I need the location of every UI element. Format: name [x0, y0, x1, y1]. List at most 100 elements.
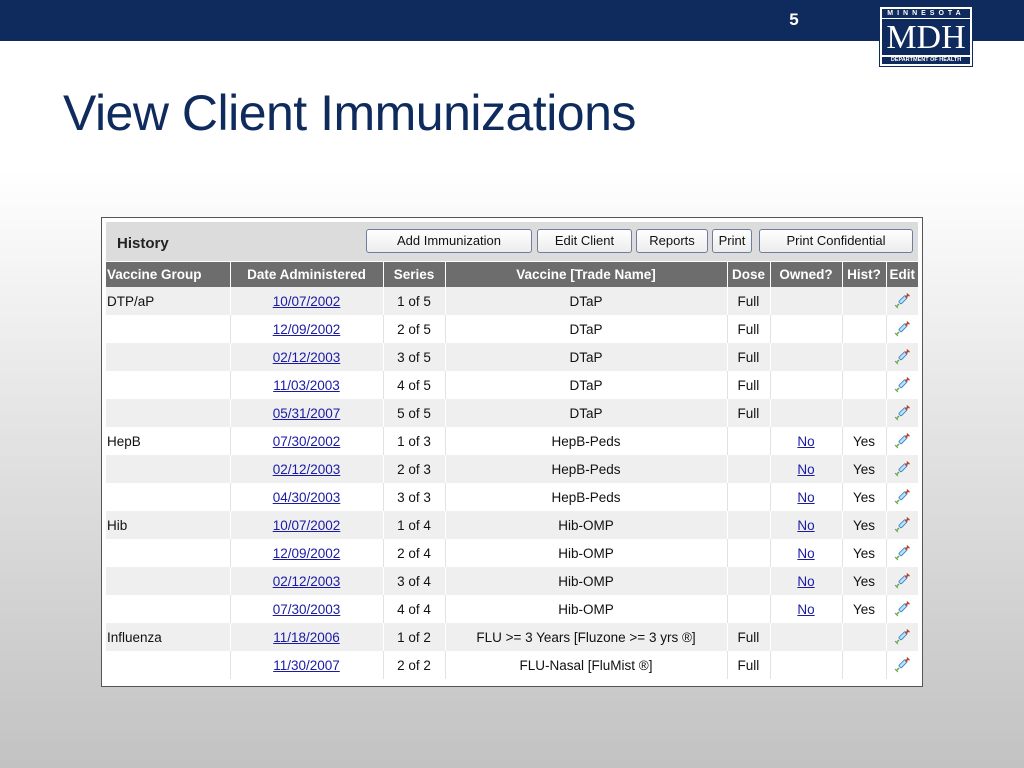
syringe-icon[interactable] [893, 628, 911, 646]
date-administered-link[interactable]: 02/12/2003 [273, 350, 341, 365]
hist-cell: Yes [842, 483, 887, 511]
hist-cell [842, 371, 887, 399]
owned-link[interactable]: No [797, 574, 814, 589]
print-button[interactable]: Print [712, 229, 752, 253]
owned-link[interactable]: No [797, 518, 814, 533]
edit-cell [886, 567, 918, 595]
slide-number: 5 [789, 10, 799, 29]
series-cell: 1 of 5 [383, 287, 446, 315]
syringe-icon[interactable] [893, 544, 911, 562]
edit-cell [886, 455, 918, 483]
syringe-icon[interactable] [893, 404, 911, 422]
series-cell: 1 of 3 [383, 427, 446, 455]
owned-cell: No [770, 511, 843, 539]
column-header-vaccine-trade-name: Vaccine [Trade Name] [445, 262, 728, 287]
edit-cell [886, 511, 918, 539]
series-cell: 2 of 3 [383, 455, 446, 483]
date-administered-link[interactable]: 07/30/2003 [273, 602, 341, 617]
edit-cell [886, 371, 918, 399]
owned-link[interactable]: No [797, 546, 814, 561]
vaccine-group-cell [106, 483, 231, 511]
syringe-icon[interactable] [893, 292, 911, 310]
vaccine-group-cell: Influenza [106, 623, 231, 651]
hist-cell [842, 651, 887, 679]
owned-cell [770, 651, 843, 679]
date-administered-link[interactable]: 07/30/2002 [273, 434, 341, 449]
syringe-icon[interactable] [893, 432, 911, 450]
syringe-icon[interactable] [893, 516, 911, 534]
dose-cell: Full [727, 371, 771, 399]
vaccine-group-cell [106, 399, 231, 427]
table-row: 11/03/2003 4 of 5 DTaP Full [106, 371, 918, 399]
print-confidential-button[interactable]: Print Confidential [759, 229, 913, 253]
edit-cell [886, 483, 918, 511]
owned-cell [770, 371, 843, 399]
syringe-icon[interactable] [893, 656, 911, 674]
date-administered-link[interactable]: 11/03/2003 [273, 378, 340, 393]
column-header-edit: Edit [886, 262, 918, 287]
date-administered-link[interactable]: 11/18/2006 [273, 630, 340, 645]
owned-link[interactable]: No [797, 602, 814, 617]
reports-button[interactable]: Reports [636, 229, 708, 253]
syringe-icon[interactable] [893, 376, 911, 394]
immunization-table: Vaccine Group Date Administered Series V… [106, 262, 918, 679]
table-body: DTP/aP 10/07/2002 1 of 5 DTaP Full 12/09… [106, 287, 918, 679]
date-administered-link[interactable]: 12/09/2002 [273, 546, 341, 561]
edit-cell [886, 399, 918, 427]
add-immunization-button[interactable]: Add Immunization [366, 229, 532, 253]
panel-header: History Add Immunization Edit Client Rep… [106, 222, 918, 261]
hist-cell: Yes [842, 455, 887, 483]
vaccine-group-cell: DTP/aP [106, 287, 231, 315]
logo-state-text: MINNESOTA [882, 9, 970, 18]
date-administered-cell: 10/07/2002 [230, 511, 384, 539]
top-banner [0, 0, 1024, 41]
date-administered-cell: 02/12/2003 [230, 455, 384, 483]
owned-cell [770, 287, 843, 315]
table-row: Influenza 11/18/2006 1 of 2 FLU >= 3 Yea… [106, 623, 918, 651]
table-row: 02/12/2003 2 of 3 HepB-Peds No Yes [106, 455, 918, 483]
series-cell: 3 of 4 [383, 567, 446, 595]
column-header-owned: Owned? [770, 262, 843, 287]
syringe-icon[interactable] [893, 572, 911, 590]
table-row: 05/31/2007 5 of 5 DTaP Full [106, 399, 918, 427]
date-administered-cell: 12/09/2002 [230, 315, 384, 343]
owned-link[interactable]: No [797, 434, 814, 449]
hist-cell: Yes [842, 511, 887, 539]
vaccine-trade-name-cell: FLU >= 3 Years [Fluzone >= 3 yrs ®] [445, 623, 728, 651]
date-administered-link[interactable]: 10/07/2002 [273, 294, 341, 309]
hist-cell [842, 287, 887, 315]
date-administered-link[interactable]: 12/09/2002 [273, 322, 341, 337]
owned-link[interactable]: No [797, 462, 814, 477]
date-administered-link[interactable]: 04/30/2003 [273, 490, 341, 505]
series-cell: 4 of 5 [383, 371, 446, 399]
date-administered-link[interactable]: 02/12/2003 [273, 462, 341, 477]
vaccine-trade-name-cell: DTaP [445, 371, 728, 399]
owned-cell: No [770, 595, 843, 623]
date-administered-cell: 11/30/2007 [230, 651, 384, 679]
vaccine-trade-name-cell: Hib-OMP [445, 539, 728, 567]
date-administered-link[interactable]: 02/12/2003 [273, 574, 341, 589]
syringe-icon[interactable] [893, 488, 911, 506]
dose-cell: Full [727, 399, 771, 427]
vaccine-group-cell [106, 455, 231, 483]
mdh-logo: MINNESOTA MDH DEPARTMENT OF HEALTH [879, 6, 973, 67]
series-cell: 5 of 5 [383, 399, 446, 427]
date-administered-link[interactable]: 10/07/2002 [273, 518, 341, 533]
vaccine-trade-name-cell: DTaP [445, 315, 728, 343]
table-header-row: Vaccine Group Date Administered Series V… [106, 262, 918, 287]
series-cell: 3 of 5 [383, 343, 446, 371]
vaccine-group-cell [106, 595, 231, 623]
syringe-icon[interactable] [893, 320, 911, 338]
syringe-icon[interactable] [893, 460, 911, 478]
table-row: 02/12/2003 3 of 4 Hib-OMP No Yes [106, 567, 918, 595]
edit-cell [886, 651, 918, 679]
date-administered-link[interactable]: 05/31/2007 [273, 406, 341, 421]
date-administered-cell: 11/03/2003 [230, 371, 384, 399]
date-administered-link[interactable]: 11/30/2007 [273, 658, 340, 673]
syringe-icon[interactable] [893, 600, 911, 618]
column-header-vaccine-group: Vaccine Group [106, 262, 231, 287]
hist-cell: Yes [842, 567, 887, 595]
owned-link[interactable]: No [797, 490, 814, 505]
edit-client-button[interactable]: Edit Client [537, 229, 632, 253]
syringe-icon[interactable] [893, 348, 911, 366]
